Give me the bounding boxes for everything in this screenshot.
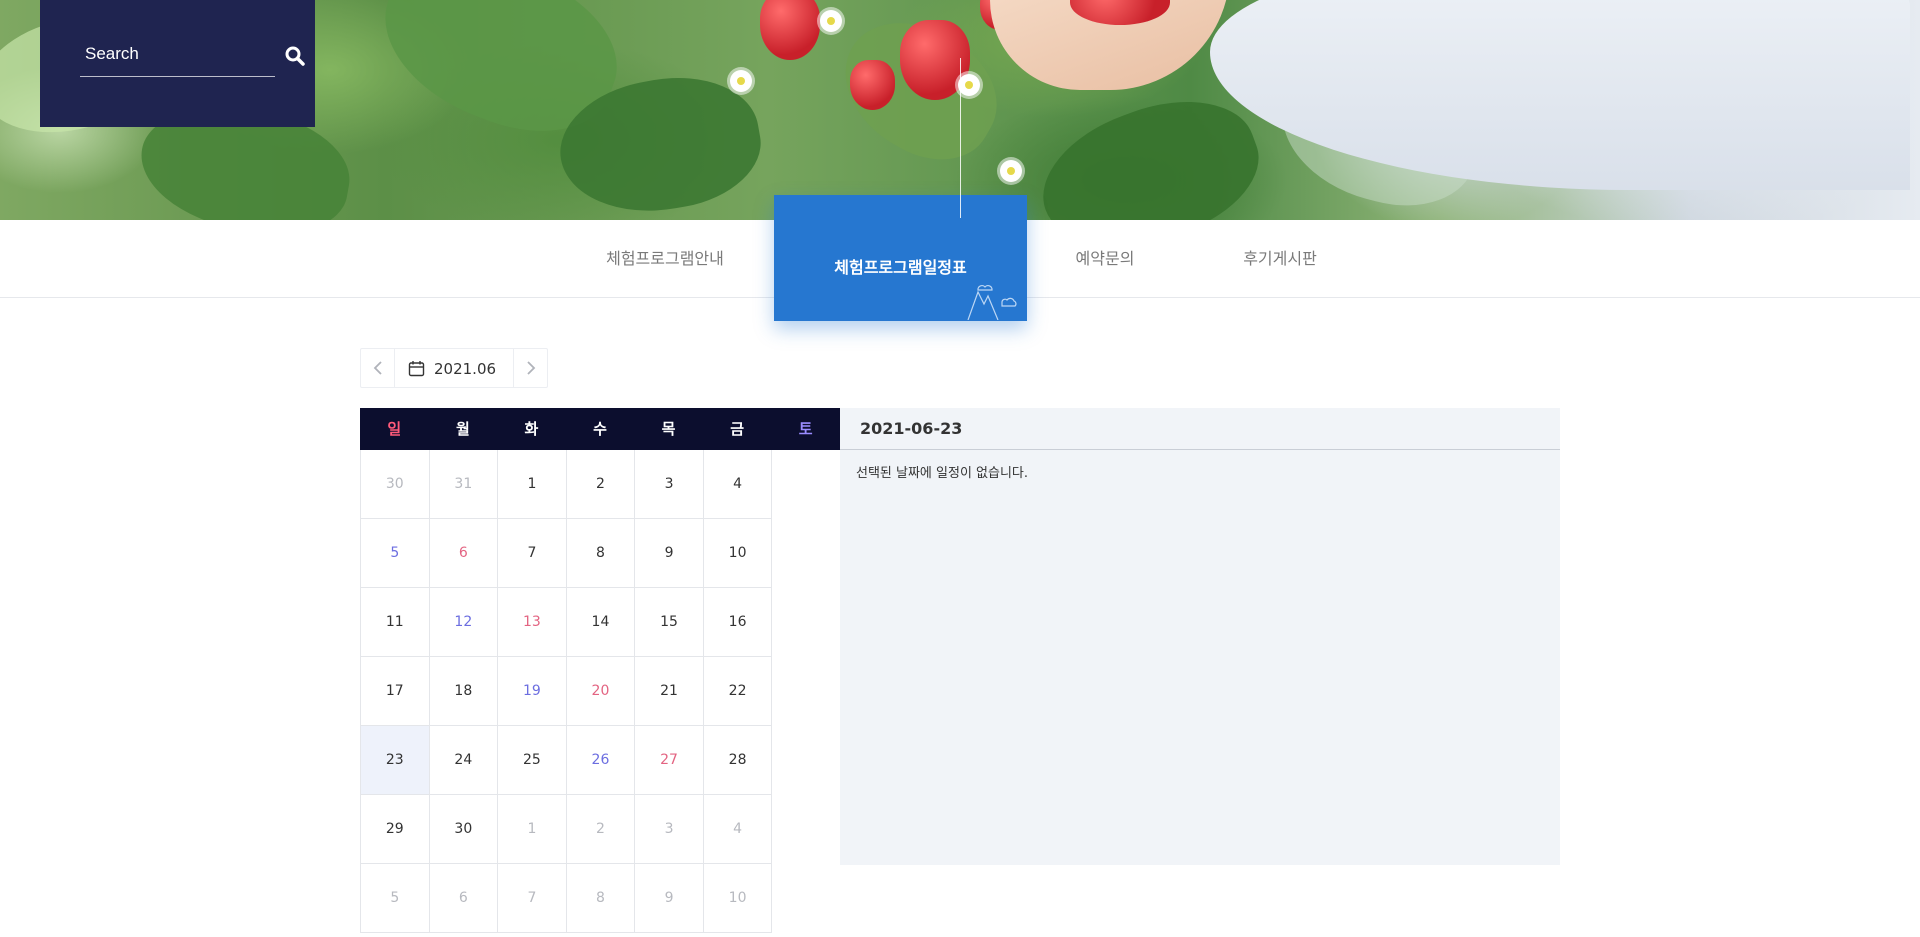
calendar-day[interactable]: 3 <box>635 450 704 519</box>
search-underline <box>80 76 275 77</box>
calendar-day[interactable]: 1 <box>498 795 567 864</box>
tab-program-info[interactable]: 체험프로그램안내 <box>590 220 740 298</box>
calendar-day[interactable]: 20 <box>566 657 636 726</box>
calendar-day[interactable]: 13 <box>498 588 567 657</box>
tab-reservation-inquiry[interactable]: 예약문의 <box>1050 220 1160 298</box>
weekday-thu: 목 <box>661 420 676 438</box>
calendar-day[interactable]: 9 <box>635 864 704 933</box>
calendar-day[interactable]: 6 <box>429 864 499 933</box>
selected-date-heading: 2021-06-23 <box>840 408 1560 450</box>
calendar-day[interactable]: 7 <box>498 864 567 933</box>
calendar-day[interactable]: 5 <box>361 864 430 933</box>
calendar-day[interactable]: 26 <box>566 726 636 795</box>
calendar: 일 월 화 수 목 금 토 30 31 1 2 3 4 5 6 7 8 9 10… <box>360 408 840 933</box>
calendar-day[interactable]: 8 <box>566 864 636 933</box>
calendar-day[interactable]: 17 <box>361 657 430 726</box>
calendar-day[interactable]: 10 <box>703 519 773 588</box>
calendar-day[interactable]: 29 <box>361 795 430 864</box>
calendar-day[interactable]: 18 <box>429 657 499 726</box>
calendar-day[interactable]: 2 <box>566 795 636 864</box>
calendar-day[interactable]: 21 <box>635 657 704 726</box>
calendar-day[interactable]: 19 <box>498 657 567 726</box>
calendar-day[interactable]: 30 <box>429 795 499 864</box>
calendar-day[interactable]: 22 <box>703 657 773 726</box>
weekday-tue: 화 <box>524 420 539 438</box>
search-input[interactable]: Search <box>85 44 139 64</box>
month-navigator: 2021.06 <box>360 348 548 388</box>
calendar-day[interactable]: 28 <box>703 726 773 795</box>
calendar-day[interactable]: 3 <box>635 795 704 864</box>
prev-month-button[interactable] <box>361 349 395 387</box>
calendar-day[interactable]: 2 <box>566 450 636 519</box>
calendar-day[interactable]: 15 <box>635 588 704 657</box>
weekday-fri: 금 <box>730 420 744 438</box>
empty-schedule-message: 선택된 날짜에 일정이 없습니다. <box>856 466 1029 481</box>
chevron-right-icon <box>527 361 536 375</box>
calendar-day[interactable]: 7 <box>498 519 567 588</box>
next-month-button[interactable] <box>513 349 547 387</box>
weekday-sat: 토 <box>798 420 813 438</box>
calendar-day[interactable]: 4 <box>703 795 773 864</box>
calendar-day[interactable]: 5 <box>361 519 430 588</box>
active-tab-indicator-line <box>960 58 961 218</box>
calendar-day[interactable]: 24 <box>429 726 499 795</box>
calendar-grid: 30 31 1 2 3 4 5 6 7 8 9 10 11 12 13 14 1… <box>360 450 840 933</box>
calendar-day[interactable]: 1 <box>498 450 567 519</box>
chevron-left-icon <box>373 361 382 375</box>
search-panel: Search <box>40 0 315 127</box>
calendar-day[interactable]: 27 <box>635 726 704 795</box>
calendar-weekday-header: 일 월 화 수 목 금 토 <box>360 408 840 450</box>
calendar-day[interactable]: 9 <box>635 519 704 588</box>
calendar-day[interactable]: 4 <box>703 450 773 519</box>
calendar-day[interactable]: 10 <box>703 864 773 933</box>
current-month-label: 2021.06 <box>434 360 497 378</box>
calendar-day[interactable]: 12 <box>429 588 499 657</box>
calendar-day[interactable]: 16 <box>703 588 773 657</box>
calendar-day-selected[interactable]: 23 <box>361 726 430 795</box>
mountain-cloud-icon <box>967 285 1017 320</box>
calendar-day[interactable]: 30 <box>361 450 430 519</box>
calendar-day[interactable]: 8 <box>566 519 636 588</box>
search-icon[interactable] <box>284 45 306 67</box>
weekday-wed: 수 <box>593 420 607 438</box>
calendar-day[interactable]: 31 <box>429 450 499 519</box>
calendar-day[interactable]: 6 <box>429 519 499 588</box>
weekday-mon: 월 <box>455 420 470 438</box>
calendar-day[interactable]: 11 <box>361 588 430 657</box>
calendar-day[interactable]: 25 <box>498 726 567 795</box>
calendar-day[interactable]: 14 <box>566 588 636 657</box>
calendar-icon <box>408 361 425 377</box>
schedule-panel: 2021-06-23 선택된 날짜에 일정이 없습니다. <box>840 408 1560 865</box>
weekday-sun: 일 <box>387 420 402 438</box>
tab-review-board[interactable]: 후기게시판 <box>1220 220 1340 298</box>
